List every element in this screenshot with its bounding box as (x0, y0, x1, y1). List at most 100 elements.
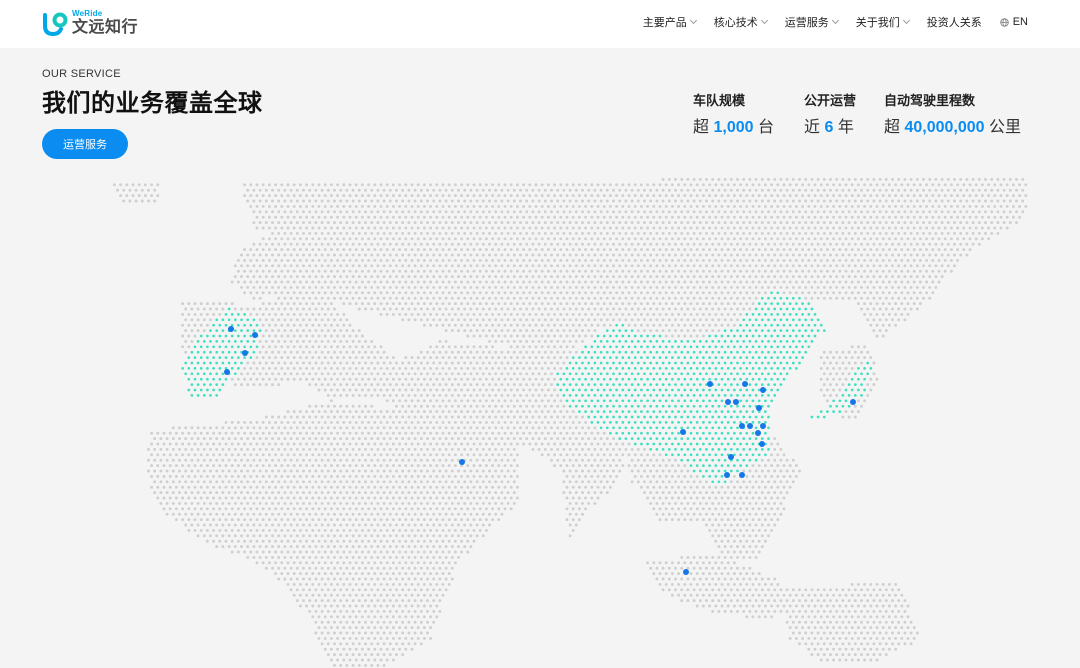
map-dot (562, 447, 566, 451)
map-dot (875, 291, 879, 295)
map-dot (243, 366, 247, 370)
map-dot (478, 453, 482, 457)
map-dot (856, 194, 860, 198)
map-dot (602, 258, 606, 262)
map-dot (447, 323, 451, 327)
map-dot (999, 194, 1003, 198)
map-dot (472, 388, 476, 392)
map-dot (295, 307, 299, 311)
map-dot (295, 221, 299, 225)
map-dot (649, 307, 653, 311)
language-switch[interactable]: EN (1000, 16, 1028, 28)
map-dot (624, 253, 628, 257)
map-dot (497, 237, 501, 241)
map-dot (639, 194, 643, 198)
map-dot (426, 447, 429, 451)
map-dot (429, 388, 433, 392)
map-dot (432, 221, 436, 225)
map-dot (531, 231, 535, 235)
map-dot (553, 312, 557, 316)
map-dot (894, 269, 898, 273)
map-dot (608, 474, 612, 478)
map-dot (546, 420, 550, 424)
map-dot (825, 280, 829, 284)
nav-item-technology[interactable]: 核心技术 (714, 14, 768, 30)
map-dot (460, 377, 464, 381)
map-dot (295, 447, 299, 451)
map-dot (295, 458, 299, 462)
map-dot (509, 323, 513, 327)
map-dot (444, 372, 448, 376)
map-dot (475, 221, 479, 225)
map-dot (435, 269, 439, 273)
map-dot (630, 199, 634, 203)
map-dot (305, 237, 309, 241)
map-dot (835, 393, 839, 397)
map-dot (571, 302, 575, 306)
map-dot (339, 296, 343, 300)
map-dot (497, 302, 501, 306)
map-dot (339, 469, 343, 473)
nav-item-products[interactable]: 主要产品 (643, 14, 697, 30)
map-dot (432, 296, 436, 300)
map-dot (639, 302, 643, 306)
map-dot (404, 388, 408, 392)
map-dot (277, 210, 281, 214)
map-dot (667, 199, 671, 203)
map-dot (1021, 177, 1025, 181)
map-dot (450, 253, 454, 257)
map-dot (751, 215, 755, 219)
map-dot (587, 458, 591, 462)
map-dot (298, 204, 302, 208)
map-dot (450, 296, 454, 300)
map-dot (246, 264, 250, 268)
nav-item-operations[interactable]: 运营服务 (785, 14, 839, 30)
map-dot (416, 280, 420, 284)
map-dot (884, 329, 888, 333)
map-dot (190, 307, 194, 311)
logo[interactable]: WeRide 文远知行 (42, 9, 138, 37)
map-dot (460, 291, 464, 295)
map-dot (512, 210, 516, 214)
operations-service-button[interactable]: 运营服务 (42, 129, 128, 159)
map-dot (391, 204, 395, 208)
map-dot (534, 269, 538, 273)
map-dot (853, 188, 857, 192)
map-dot (463, 350, 467, 354)
map-dot (584, 226, 588, 230)
map-dot (373, 345, 377, 349)
map-dot (364, 210, 367, 214)
map-dot (243, 474, 247, 478)
map-dot (782, 269, 786, 273)
map-dot (860, 350, 863, 354)
map-dot (670, 474, 674, 478)
map-dot (646, 302, 650, 306)
map-dot (531, 275, 535, 279)
nav-item-investors[interactable]: 投资人关系 (927, 14, 982, 30)
map-dot (475, 458, 479, 462)
map-dot (336, 464, 340, 468)
map-dot (612, 447, 615, 451)
map-dot (503, 399, 507, 403)
map-dot (525, 210, 529, 214)
map-dot (763, 237, 767, 241)
map-dot (326, 264, 330, 268)
map-dot (357, 199, 361, 203)
map-dot (333, 329, 336, 333)
map-dot (816, 188, 820, 192)
map-dot (469, 350, 473, 354)
map-dot (317, 345, 321, 349)
map-dot (621, 312, 625, 316)
map-dot (503, 388, 507, 392)
map-dot (457, 275, 460, 279)
map-dot (980, 226, 984, 230)
map-dot (643, 275, 646, 279)
map-dot (602, 237, 606, 241)
map-dot (584, 183, 588, 187)
map-dot (525, 264, 529, 268)
nav-item-about[interactable]: 关于我们 (856, 14, 910, 30)
map-dot (689, 312, 693, 316)
map-dot (841, 253, 845, 257)
map-dot (819, 280, 823, 284)
map-dot (519, 210, 522, 214)
